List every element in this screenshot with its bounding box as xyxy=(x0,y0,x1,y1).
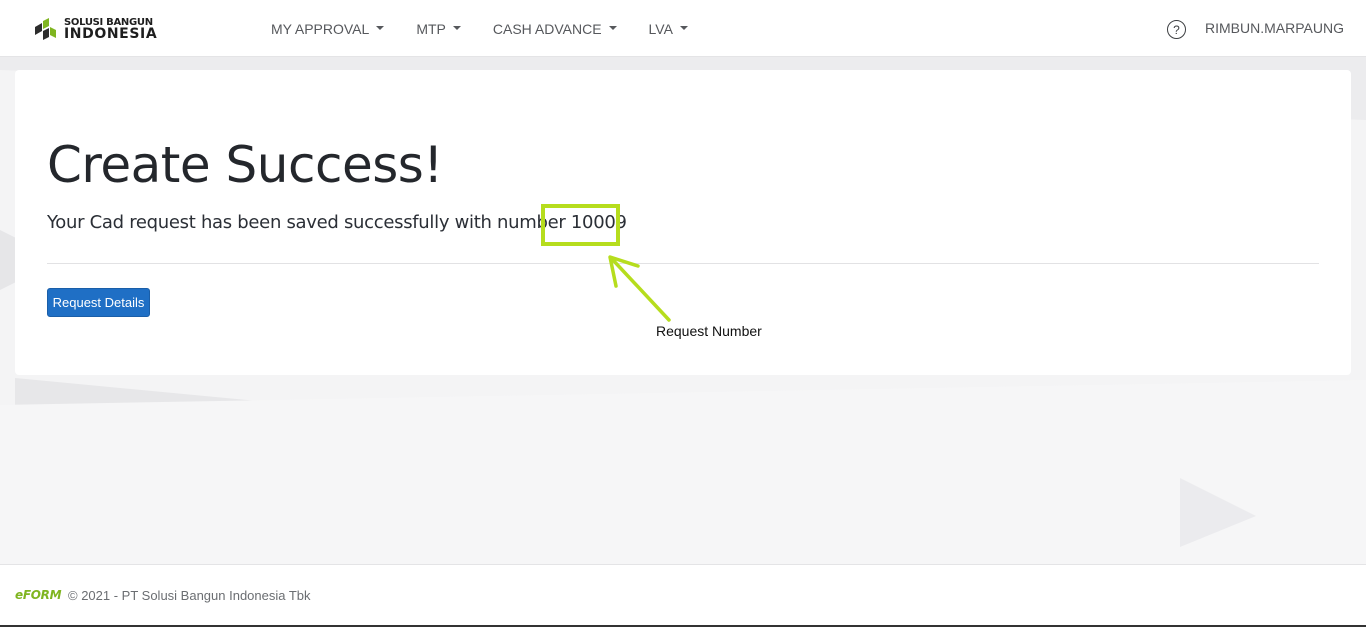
brand-name-bottom: INDONESIA xyxy=(64,26,158,42)
divider xyxy=(47,263,1319,264)
nav-cash-advance[interactable]: CASH ADVANCE xyxy=(493,0,617,57)
caret-down-icon xyxy=(376,25,385,30)
annotation-highlight-box xyxy=(541,204,620,246)
annotation-label: Request Number xyxy=(656,323,762,339)
page-title: Create Success! xyxy=(47,136,443,194)
annotation-arrow-icon xyxy=(608,255,671,322)
footer: eFORM © 2021 - PT Solusi Bangun Indonesi… xyxy=(0,564,1366,627)
top-navbar: SOLUSI BANGUN INDONESIA MY APPROVAL MTP … xyxy=(0,0,1366,57)
nav-mtp[interactable]: MTP xyxy=(416,0,461,57)
nav-lva[interactable]: LVA xyxy=(649,0,688,57)
nav-my-approval[interactable]: MY APPROVAL xyxy=(271,0,385,57)
brand-logo-icon xyxy=(35,18,56,40)
nav-label: MY APPROVAL xyxy=(271,20,370,37)
success-message-text: Your Cad request has been saved successf… xyxy=(47,212,571,233)
user-menu[interactable]: RIMBUN.MARPAUNG xyxy=(1205,20,1344,36)
copyright-text: © 2021 - PT Solusi Bangun Indonesia Tbk xyxy=(68,588,311,603)
caret-down-icon xyxy=(452,25,461,30)
help-icon[interactable]: ? xyxy=(1167,20,1186,39)
nav-label: MTP xyxy=(416,20,446,37)
success-message: Your Cad request has been saved successf… xyxy=(47,212,627,233)
caret-down-icon xyxy=(608,25,617,30)
eform-logo: eFORM xyxy=(15,588,62,602)
brand-logo[interactable]: SOLUSI BANGUN INDONESIA xyxy=(33,17,157,43)
main-nav: MY APPROVAL MTP CASH ADVANCE LVA xyxy=(271,0,720,57)
nav-label: CASH ADVANCE xyxy=(492,20,602,37)
request-details-button[interactable]: Request Details xyxy=(47,288,150,317)
caret-down-icon xyxy=(679,25,688,30)
nav-label: LVA xyxy=(648,20,673,37)
